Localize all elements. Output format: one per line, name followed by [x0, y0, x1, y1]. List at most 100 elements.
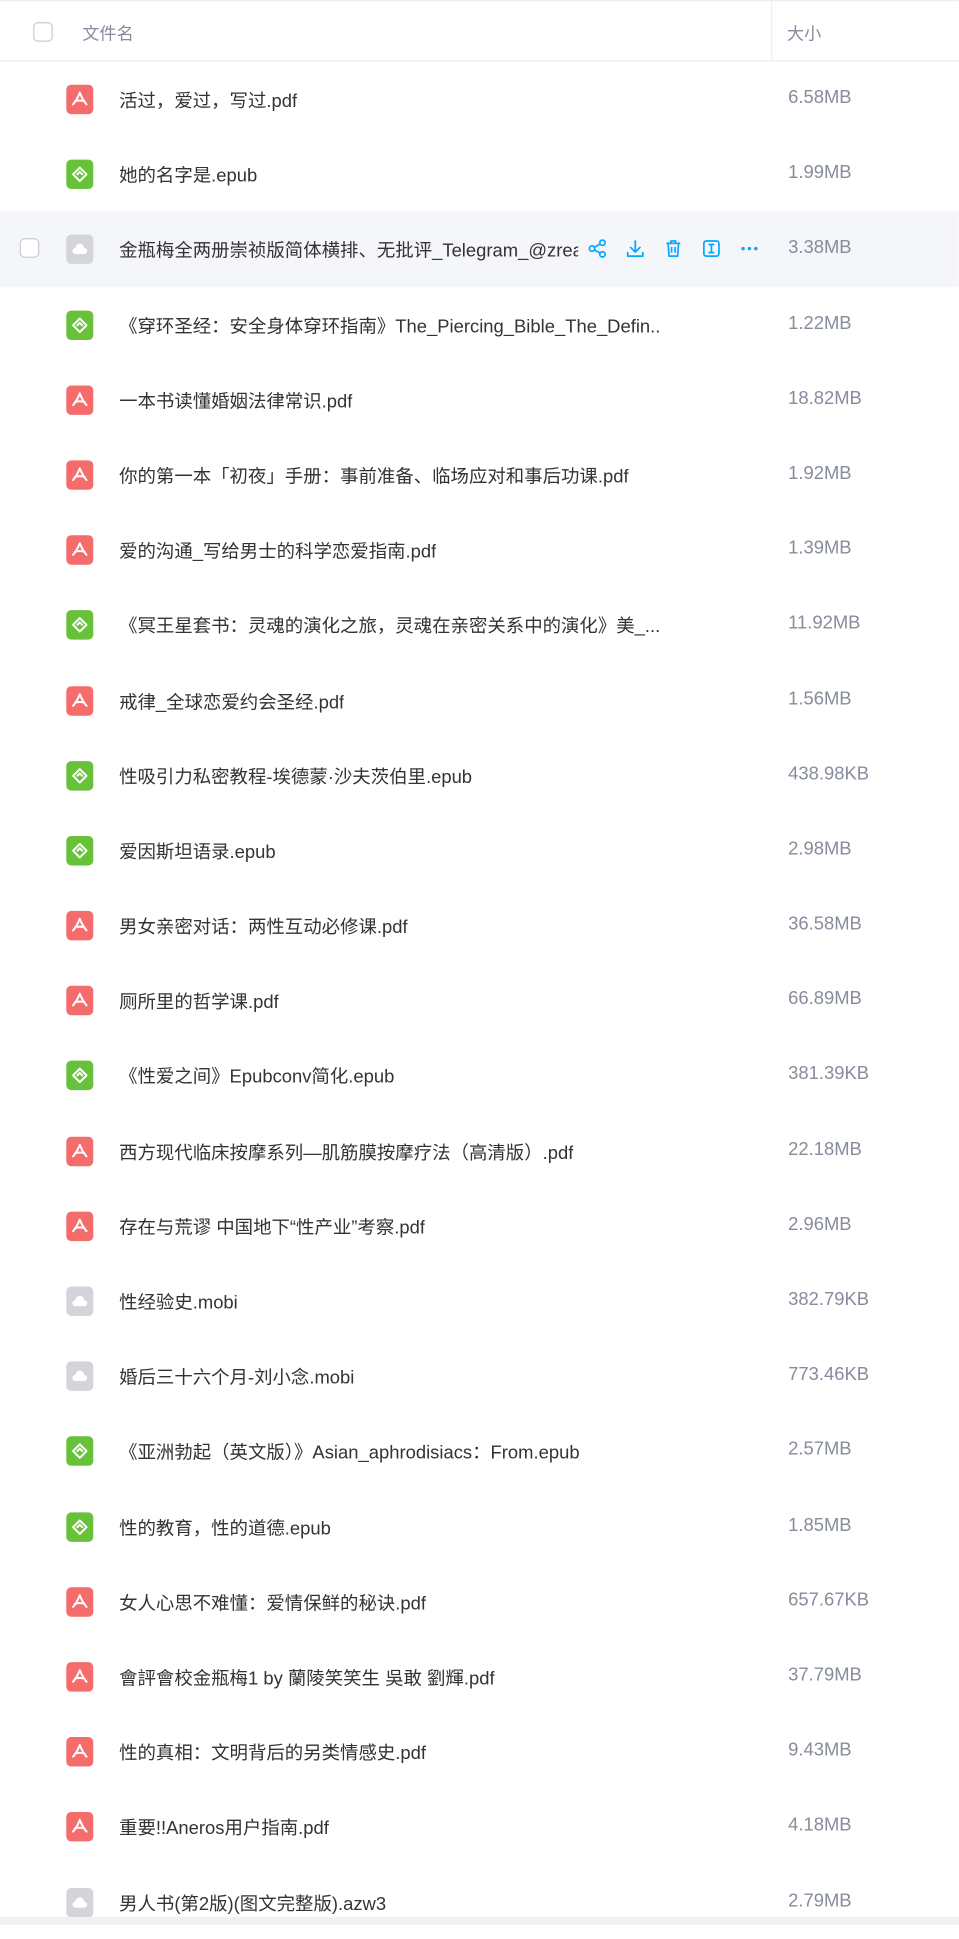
- file-row[interactable]: 西方现代临床按摩系列—肌筋膜按摩疗法（高清版）.pdf 22.18MB: [0, 1113, 959, 1188]
- download-icon[interactable]: [622, 236, 647, 261]
- file-size: 6.58MB: [788, 87, 852, 109]
- file-row[interactable]: 存在与荒谬 中国地下“性产业”考察.pdf 2.96MB: [0, 1188, 959, 1263]
- file-name[interactable]: 一本书读懂婚姻法律常识.pdf: [119, 388, 352, 414]
- file-size: 381.39KB: [788, 1063, 870, 1085]
- file-name[interactable]: 《性爱之间》Epubconv简化.epub: [119, 1064, 394, 1090]
- file-name[interactable]: 女人心思不难懂：爱情保鲜的秘诀.pdf: [119, 1589, 426, 1615]
- file-list: 文件名 大小 活过，爱过，写过.pdf 6.58MB 她的名字是.epub 1.99M…: [0, 0, 959, 1939]
- file-row[interactable]: 你的第一本「初夜」手册：事前准备、临场应对和事后功课.pdf 1.92MB: [0, 437, 959, 512]
- file-row[interactable]: 《性爱之间》Epubconv简化.epub 381.39KB: [0, 1038, 959, 1113]
- column-divider[interactable]: [770, 1, 773, 62]
- file-name[interactable]: 婚后三十六个月-刘小念.mobi: [119, 1364, 354, 1390]
- file-row[interactable]: 《冥王星套书：灵魂的演化之旅，灵魂在亲密关系中的演化》美_... 11.92MB: [0, 587, 959, 662]
- file-size: 11.92MB: [788, 612, 861, 634]
- file-row[interactable]: 爱的沟通_写给男士的科学恋爱指南.pdf 1.39MB: [0, 512, 959, 587]
- generic-file-icon: [66, 1361, 94, 1392]
- file-size: 4.18MB: [788, 1814, 852, 1836]
- file-row[interactable]: 性经验史.mobi 382.79KB: [0, 1263, 959, 1338]
- file-name[interactable]: 爱的沟通_写给男士的科学恋爱指南.pdf: [119, 538, 436, 564]
- delete-icon[interactable]: [660, 236, 685, 261]
- file-size: 22.18MB: [788, 1138, 862, 1160]
- file-size: 657.67KB: [788, 1589, 870, 1611]
- file-row[interactable]: 《亚洲勃起（英文版）》Asian_aphrodisiacs：From.epub 2…: [0, 1413, 959, 1488]
- rename-icon[interactable]: [699, 236, 724, 261]
- file-row[interactable]: 重要!!Aneros用户指南.pdf 4.18MB: [0, 1789, 959, 1864]
- row-actions: [584, 236, 761, 261]
- file-row[interactable]: 性的教育，性的道德.epub 1.85MB: [0, 1489, 959, 1564]
- select-all-checkbox[interactable]: [33, 22, 53, 42]
- list-header: 文件名 大小: [0, 0, 959, 62]
- file-row[interactable]: 性的真相：文明背后的另类情感史.pdf 9.43MB: [0, 1714, 959, 1789]
- file-name[interactable]: 《冥王星套书：灵魂的演化之旅，灵魂在亲密关系中的演化》美_...: [119, 613, 659, 639]
- file-row[interactable]: 活过，爱过，写过.pdf 6.58MB: [0, 61, 959, 136]
- horizontal-scrollbar[interactable]: [0, 1917, 959, 1925]
- epub-file-icon: [66, 1436, 94, 1467]
- file-row[interactable]: 《穿环圣经：安全身体穿环指南》The_Piercing_Bible_The_De…: [0, 287, 959, 362]
- file-name[interactable]: 《亚洲勃起（英文版）》Asian_aphrodisiacs：From.epub: [119, 1439, 580, 1465]
- file-name[interactable]: 男女亲密对话：两性互动必修课.pdf: [119, 913, 408, 939]
- file-size: 2.98MB: [788, 838, 852, 860]
- file-name[interactable]: 性经验史.mobi: [119, 1289, 238, 1315]
- file-size: 66.89MB: [788, 988, 862, 1010]
- epub-file-icon: [66, 760, 94, 791]
- more-icon[interactable]: [737, 236, 762, 261]
- file-row[interactable]: 男女亲密对话：两性互动必修课.pdf 36.58MB: [0, 888, 959, 963]
- file-row[interactable]: 男人书(第2版)(图文完整版).azw3 2.79MB: [0, 1864, 959, 1939]
- file-size: 438.98KB: [788, 763, 870, 785]
- file-name[interactable]: 西方现代临床按摩系列—肌筋膜按摩疗法（高清版）.pdf: [119, 1139, 573, 1165]
- file-name[interactable]: 戒律_全球恋爱约会圣经.pdf: [119, 688, 344, 714]
- share-icon[interactable]: [584, 236, 609, 261]
- file-size: 18.82MB: [788, 387, 862, 409]
- generic-file-icon: [66, 234, 94, 265]
- column-header-name[interactable]: 文件名: [82, 21, 134, 46]
- row-checkbox[interactable]: [19, 238, 40, 259]
- file-name[interactable]: 厕所里的哲学课.pdf: [119, 989, 279, 1015]
- file-name[interactable]: 活过，爱过，写过.pdf: [119, 87, 297, 113]
- file-rows: 活过，爱过，写过.pdf 6.58MB 她的名字是.epub 1.99MB 金瓶梅全两册…: [0, 61, 959, 1939]
- pdf-file-icon: [66, 1211, 94, 1241]
- file-name[interactable]: 爱因斯坦语录.epub: [119, 838, 276, 864]
- file-row[interactable]: 爱因斯坦语录.epub 2.98MB: [0, 813, 959, 888]
- file-name[interactable]: 男人书(第2版)(图文完整版).azw3: [119, 1890, 386, 1916]
- file-row[interactable]: 厕所里的哲学课.pdf 66.89MB: [0, 963, 959, 1038]
- file-size: 1.56MB: [788, 688, 852, 709]
- file-size: 773.46KB: [788, 1364, 870, 1385]
- column-header-size[interactable]: 大小: [787, 21, 821, 46]
- file-row[interactable]: 會評會校金瓶梅1 by 蘭陵笑笑生 吳敢 劉輝.pdf 37.79MB: [0, 1639, 959, 1714]
- epub-file-icon: [66, 1511, 94, 1542]
- file-size: 1.85MB: [788, 1514, 852, 1536]
- file-row[interactable]: 金瓶梅全两册崇祯版简体横排、无批评_Telegram_@zreac 3.38MB: [0, 211, 959, 287]
- epub-file-icon: [66, 835, 94, 866]
- file-size: 2.57MB: [788, 1439, 852, 1461]
- file-size: 2.96MB: [788, 1213, 852, 1235]
- file-name[interactable]: 她的名字是.epub: [119, 162, 257, 188]
- file-name[interactable]: 你的第一本「初夜」手册：事前准备、临场应对和事后功课.pdf: [119, 463, 628, 489]
- pdf-file-icon: [66, 460, 94, 490]
- file-size: 382.79KB: [788, 1288, 870, 1310]
- file-size: 3.38MB: [788, 237, 852, 259]
- file-name[interactable]: 性的真相：文明背后的另类情感史.pdf: [119, 1740, 426, 1766]
- pdf-file-icon: [66, 910, 94, 941]
- file-row[interactable]: 她的名字是.epub 1.99MB: [0, 136, 959, 211]
- file-name[interactable]: 存在与荒谬 中国地下“性产业”考察.pdf: [119, 1214, 425, 1240]
- file-name[interactable]: 金瓶梅全两册崇祯版简体横排、无批评_Telegram_@zreac: [119, 237, 578, 263]
- file-row[interactable]: 性吸引力私密教程-埃德蒙·沙夫茨伯里.epub 438.98KB: [0, 737, 959, 812]
- pdf-file-icon: [66, 685, 94, 716]
- pdf-file-icon: [66, 385, 94, 415]
- file-row[interactable]: 婚后三十六个月-刘小念.mobi 773.46KB: [0, 1338, 959, 1413]
- file-name[interactable]: 重要!!Aneros用户指南.pdf: [119, 1815, 329, 1841]
- pdf-file-icon: [66, 1586, 94, 1617]
- file-name[interactable]: 《穿环圣经：安全身体穿环指南》The_Piercing_Bible_The_De…: [119, 313, 659, 339]
- file-size: 1.99MB: [788, 162, 852, 184]
- file-name[interactable]: 會評會校金瓶梅1 by 蘭陵笑笑生 吳敢 劉輝.pdf: [119, 1665, 495, 1691]
- file-size: 36.58MB: [788, 913, 862, 935]
- generic-file-icon: [66, 1286, 94, 1316]
- epub-file-icon: [66, 1061, 94, 1091]
- file-name[interactable]: 性的教育，性的道德.epub: [119, 1514, 331, 1540]
- generic-file-icon: [66, 1887, 94, 1917]
- file-row[interactable]: 女人心思不难懂：爱情保鲜的秘诀.pdf 657.67KB: [0, 1564, 959, 1639]
- file-row[interactable]: 一本书读懂婚姻法律常识.pdf 18.82MB: [0, 362, 959, 437]
- epub-file-icon: [66, 610, 94, 640]
- file-name[interactable]: 性吸引力私密教程-埃德蒙·沙夫茨伯里.epub: [119, 763, 472, 789]
- file-row[interactable]: 戒律_全球恋爱约会圣经.pdf 1.56MB: [0, 662, 959, 737]
